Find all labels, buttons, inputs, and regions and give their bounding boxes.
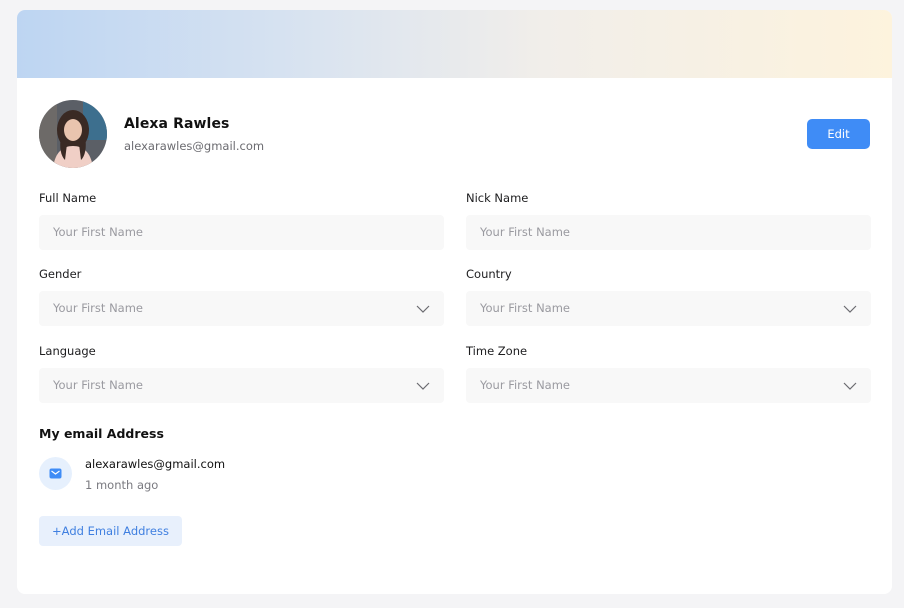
edit-button[interactable]: Edit <box>807 119 870 149</box>
nick-name-label: Nick Name <box>466 191 529 205</box>
mail-icon-badge <box>39 457 72 490</box>
email-added-time: 1 month ago <box>85 478 159 492</box>
time-zone-placeholder: Your First Name <box>480 378 570 392</box>
gender-select[interactable]: Your First Name <box>39 291 444 326</box>
full-name-input[interactable]: Your First Name <box>39 215 444 250</box>
language-placeholder: Your First Name <box>53 378 143 392</box>
time-zone-select[interactable]: Your First Name <box>466 368 871 403</box>
country-label: Country <box>466 267 512 281</box>
full-name-label: Full Name <box>39 191 97 205</box>
country-placeholder: Your First Name <box>480 301 570 315</box>
full-name-placeholder: Your First Name <box>53 225 143 239</box>
time-zone-label: Time Zone <box>466 344 528 358</box>
chevron-down-icon <box>416 305 430 313</box>
profile-email: alexarawles@gmail.com <box>124 139 265 153</box>
chevron-down-icon <box>843 382 857 390</box>
country-select[interactable]: Your First Name <box>466 291 871 326</box>
gender-placeholder: Your First Name <box>53 301 143 315</box>
language-select[interactable]: Your First Name <box>39 368 444 403</box>
profile-card: Alexa Rawles alexarawles@gmail.com Edit … <box>17 10 892 594</box>
email-section-title: My email Address <box>39 426 164 441</box>
gender-label: Gender <box>39 267 82 281</box>
nick-name-placeholder: Your First Name <box>480 225 570 239</box>
add-email-button[interactable]: +Add Email Address <box>39 516 182 546</box>
language-label: Language <box>39 344 96 358</box>
mail-icon <box>49 468 62 479</box>
avatar <box>39 100 107 168</box>
email-address: alexarawles@gmail.com <box>85 457 226 471</box>
nick-name-input[interactable]: Your First Name <box>466 215 871 250</box>
profile-banner <box>17 10 892 78</box>
profile-name: Alexa Rawles <box>124 116 230 132</box>
chevron-down-icon <box>416 382 430 390</box>
chevron-down-icon <box>843 305 857 313</box>
